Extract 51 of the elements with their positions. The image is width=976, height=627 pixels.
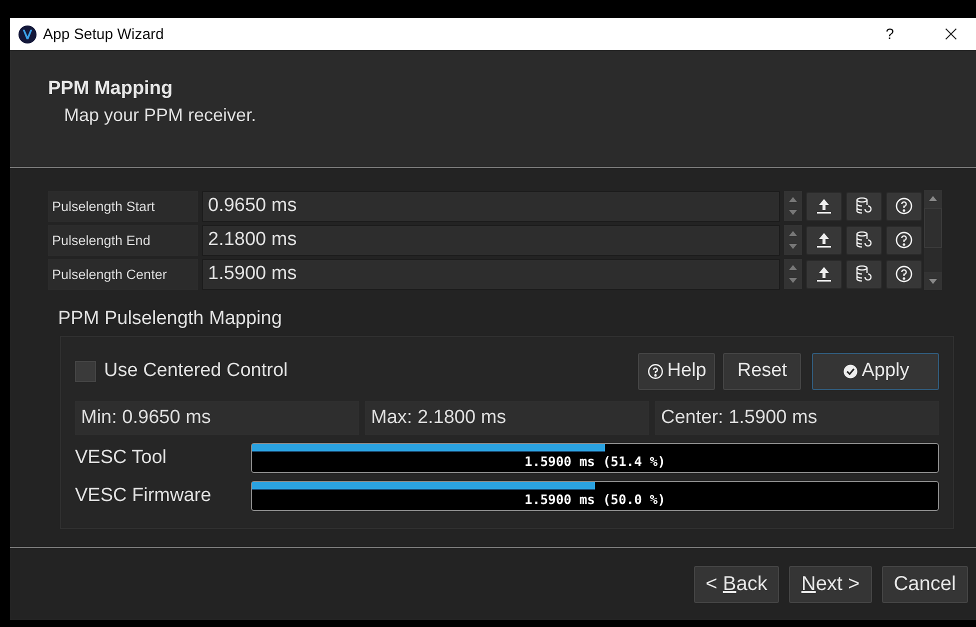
progress-reading: 1.5900 ms (50.0 %) <box>524 493 666 508</box>
database-reset-button[interactable] <box>846 260 882 288</box>
scroll-down-icon[interactable] <box>924 272 942 290</box>
database-reset-button[interactable] <box>846 226 882 254</box>
app-logo-icon <box>18 24 37 44</box>
help-icon-button[interactable] <box>886 226 922 254</box>
close-icon[interactable] <box>944 27 958 41</box>
readout-field: Min: 0.9650 ms <box>75 401 359 435</box>
database-reset-button[interactable] <box>846 192 882 220</box>
checkbox-label: Use Centered Control <box>104 360 288 382</box>
upload-button[interactable] <box>806 192 842 220</box>
help-icon-button[interactable] <box>886 192 922 220</box>
wizard-button[interactable]: < Back <box>694 566 780 602</box>
readout-field: Center: 1.5900 ms <box>655 401 939 435</box>
value-field[interactable]: 2.1800 ms <box>202 224 780 256</box>
help-button[interactable]: ? <box>882 26 898 42</box>
value-field[interactable]: 1.5900 ms <box>202 258 780 290</box>
help-icon <box>894 196 914 216</box>
help-button[interactable]: Help <box>638 352 716 390</box>
page-title: PPM Mapping <box>48 78 174 100</box>
window-title: App Setup Wizard <box>43 26 165 42</box>
parameter-label: Pulselength Center <box>48 258 198 290</box>
help-icon <box>894 230 914 250</box>
help-icon <box>647 362 664 380</box>
meter-label: VESC Firmware <box>75 485 212 507</box>
readout-field: Max: 2.1800 ms <box>365 401 649 435</box>
wizard-button[interactable]: Cancel <box>882 566 968 602</box>
reset-button[interactable]: Reset <box>723 352 801 390</box>
parameter-label: Pulselength End <box>48 224 198 256</box>
scroll-up-icon[interactable] <box>924 190 942 208</box>
spinner-arrows-icon[interactable] <box>784 191 802 221</box>
section-title: PPM Pulselength Mapping <box>58 308 283 330</box>
parameter-label: Pulselength Start <box>48 190 198 222</box>
help-icon-button[interactable] <box>886 260 922 288</box>
page-subtitle: Map your PPM receiver. <box>64 105 258 126</box>
help-icon <box>894 264 914 284</box>
wizard-button[interactable]: Next > <box>789 566 872 602</box>
database-icon <box>854 230 874 250</box>
scrollbar[interactable] <box>924 190 942 290</box>
apply-button[interactable]: Apply <box>812 352 939 390</box>
progress-reading: 1.5900 ms (51.4 %) <box>524 455 666 470</box>
database-icon <box>854 264 874 284</box>
spinner-arrows-icon[interactable] <box>784 259 802 289</box>
upload-button[interactable] <box>806 260 842 288</box>
value-field[interactable]: 0.9650 ms <box>202 190 780 222</box>
check-icon <box>842 362 859 380</box>
spinner-arrows-icon[interactable] <box>784 225 802 255</box>
checkbox[interactable] <box>75 360 96 382</box>
upload-button[interactable] <box>806 226 842 254</box>
database-icon <box>854 196 874 216</box>
meter-label: VESC Tool <box>75 447 168 469</box>
